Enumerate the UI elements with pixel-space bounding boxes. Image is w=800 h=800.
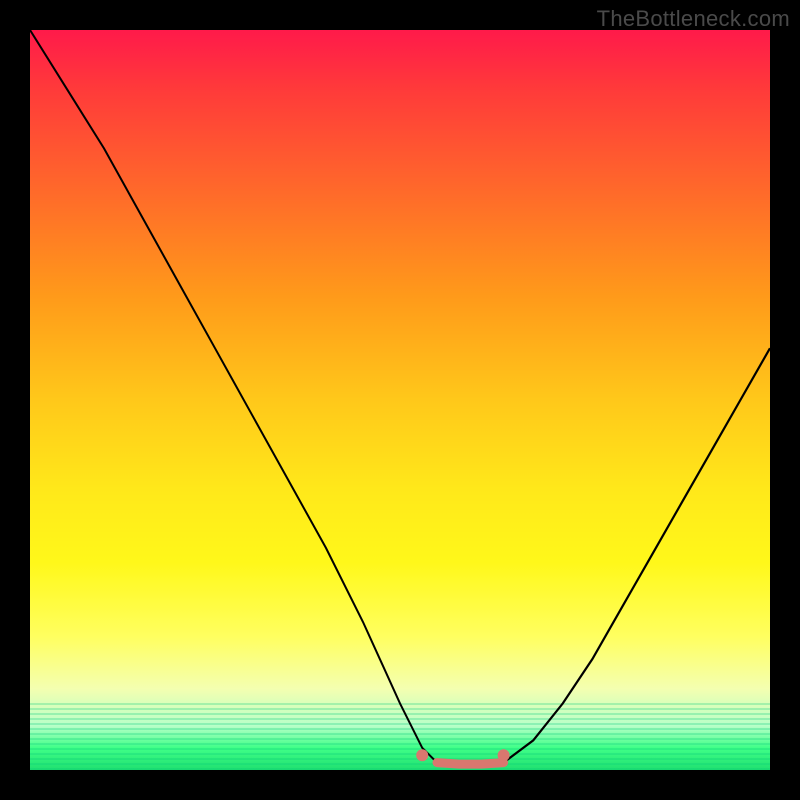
flat-valley-path [437, 763, 504, 765]
chart-frame: TheBottleneck.com [0, 0, 800, 800]
valley-dot-right [498, 749, 510, 761]
valley-dot-left [416, 749, 428, 761]
curve-svg [30, 30, 770, 770]
watermark-text: TheBottleneck.com [597, 6, 790, 32]
curve-right-path [504, 348, 770, 762]
curve-left-path [30, 30, 437, 763]
plot-area [30, 30, 770, 770]
